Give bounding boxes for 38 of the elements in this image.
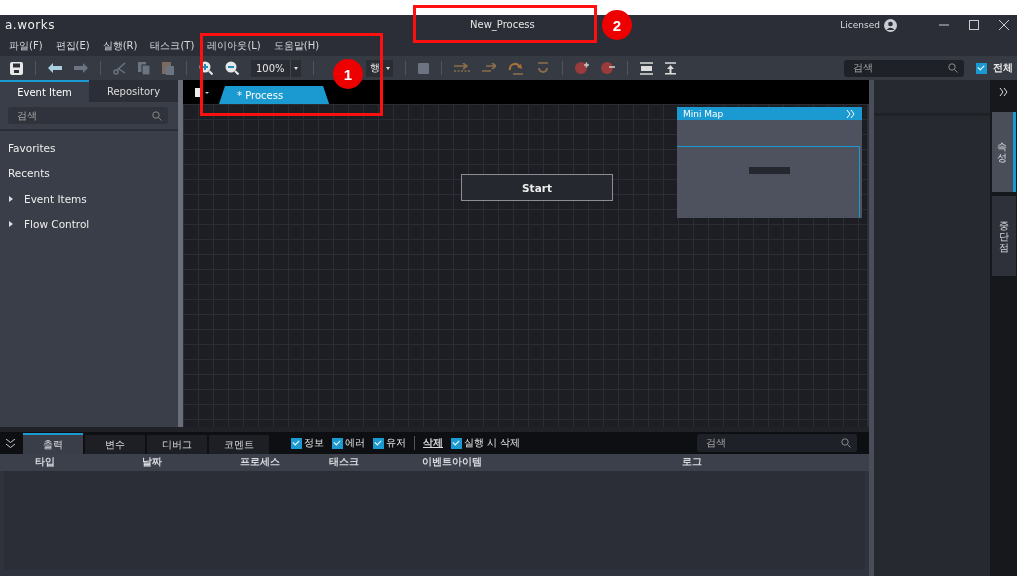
- window-title: New_Process: [470, 19, 535, 30]
- column-header[interactable]: 타입: [35, 456, 55, 469]
- output-tab[interactable]: 출력: [23, 433, 83, 454]
- column-header[interactable]: 로그: [682, 456, 702, 469]
- menu-item[interactable]: 도움말(H): [267, 38, 326, 53]
- menu-item[interactable]: 실행(R): [96, 38, 144, 53]
- clear-link[interactable]: 삭제: [423, 436, 443, 450]
- search-field[interactable]: 검색: [844, 59, 964, 77]
- output-tab[interactable]: 디버그: [147, 435, 207, 454]
- checkbox-label: 전체: [993, 61, 1013, 75]
- checkbox-label: 정보: [304, 436, 324, 450]
- side-tab[interactable]: 중단점: [991, 196, 1016, 276]
- tree-item[interactable]: Recents: [8, 167, 50, 180]
- checkbox-label: 에러: [345, 436, 365, 450]
- checkbox-label: 유저: [386, 436, 406, 450]
- menu-item[interactable]: 태스크(T): [144, 38, 201, 53]
- search-field[interactable]: 검색: [8, 107, 168, 124]
- column-header[interactable]: 날짜: [142, 456, 162, 469]
- side-tab[interactable]: 속성: [991, 112, 1016, 192]
- minimap-title: Mini Map: [683, 108, 724, 119]
- checkbox-label: 실행 시 삭제: [464, 436, 521, 450]
- app-logo: a.works: [5, 18, 55, 32]
- output-tab[interactable]: 코멘트: [209, 435, 269, 454]
- panel-tab[interactable]: Event Item: [0, 80, 89, 102]
- output-tab[interactable]: 변수: [85, 435, 145, 454]
- menu-item[interactable]: 파일(F): [3, 38, 49, 53]
- column-header[interactable]: 프로세스: [240, 456, 280, 469]
- license-label: Licensed: [840, 20, 880, 30]
- menu-item[interactable]: 편집(E): [49, 38, 96, 53]
- menu-item[interactable]: 레이아웃(L): [201, 38, 267, 53]
- zoom-dropdown[interactable]: 100%: [251, 59, 301, 77]
- tree-item[interactable]: Favorites: [8, 141, 56, 154]
- column-header[interactable]: 태스크: [329, 456, 359, 469]
- column-header[interactable]: 이벤트아이템: [422, 456, 482, 469]
- search-field[interactable]: 검색: [696, 434, 857, 452]
- tree-item[interactable]: Event Items: [24, 192, 87, 205]
- tree-item[interactable]: Flow Control: [24, 218, 90, 231]
- start-node[interactable]: Start: [461, 174, 613, 201]
